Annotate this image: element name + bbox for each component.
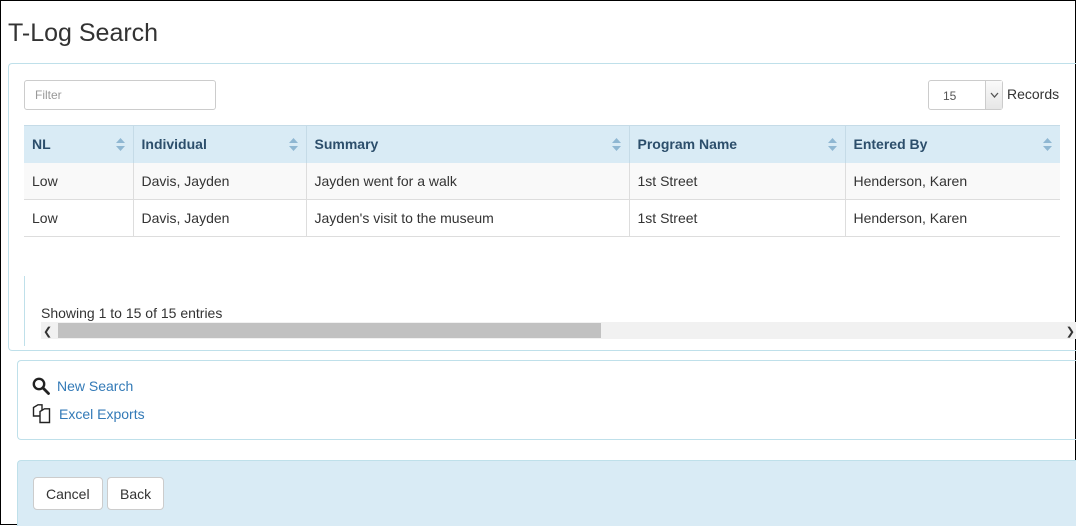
column-header-nl[interactable]: NL <box>24 125 134 163</box>
sort-icon <box>115 138 125 151</box>
column-label: Program Name <box>637 136 738 153</box>
new-search-link[interactable]: New Search <box>57 378 133 394</box>
filter-input[interactable] <box>24 80 216 110</box>
records-selected-value: 15 <box>943 89 957 103</box>
table-row[interactable]: Low Davis, Jayden Jayden went for a walk… <box>24 162 1060 200</box>
tlog-table: NL Individual Summary Program Name Enter… <box>24 125 1060 237</box>
page-title: T-Log Search <box>8 19 159 47</box>
column-header-program-name[interactable]: Program Name <box>629 125 846 163</box>
records-per-page-select[interactable]: 15 <box>928 80 1003 110</box>
cancel-button[interactable]: Cancel <box>33 477 103 510</box>
copy-icon <box>32 404 51 424</box>
search-icon <box>32 377 50 395</box>
table-info-area: Showing 1 to 15 of 15 entries ❮ ❯ <box>24 276 1076 346</box>
scroll-left-icon[interactable]: ❮ <box>43 325 52 338</box>
footer-panel: Cancel Back <box>17 460 1076 526</box>
chevron-down-icon[interactable] <box>985 81 1002 109</box>
cell-summary: Jayden's visit to the museum <box>306 199 630 237</box>
cell-nl: Low <box>24 199 134 237</box>
column-label: Summary <box>314 136 379 153</box>
scrollbar-thumb[interactable] <box>58 323 601 338</box>
cell-entered-by: Henderson, Karen <box>845 162 1060 200</box>
records-label: Records <box>1007 86 1060 102</box>
column-header-entered-by[interactable]: Entered By <box>845 125 1060 163</box>
column-header-summary[interactable]: Summary <box>306 125 630 163</box>
entries-info: Showing 1 to 15 of 15 entries <box>41 305 223 321</box>
cell-program-name: 1st Street <box>629 162 846 200</box>
table-row[interactable]: Low Davis, Jayden Jayden's visit to the … <box>24 199 1060 237</box>
horizontal-scrollbar[interactable]: ❮ ❯ <box>41 322 1076 339</box>
new-search-link-row[interactable]: New Search <box>32 377 133 395</box>
cell-summary: Jayden went for a walk <box>306 162 630 200</box>
back-button[interactable]: Back <box>107 477 165 510</box>
excel-exports-link-row[interactable]: Excel Exports <box>32 404 145 424</box>
sort-icon <box>288 138 298 151</box>
cell-individual: Davis, Jayden <box>133 199 307 237</box>
excel-exports-link[interactable]: Excel Exports <box>59 406 145 422</box>
sort-icon <box>1043 138 1052 151</box>
sort-icon <box>611 138 621 151</box>
cell-program-name: 1st Street <box>629 199 846 237</box>
scroll-right-icon[interactable]: ❯ <box>1066 325 1075 338</box>
sort-icon <box>827 138 837 151</box>
cell-entered-by: Henderson, Karen <box>845 199 1060 237</box>
table-header-row: NL Individual Summary Program Name Enter… <box>24 125 1060 163</box>
column-label: Entered By <box>853 136 928 153</box>
column-label: Individual <box>141 136 207 153</box>
column-header-individual[interactable]: Individual <box>133 125 307 163</box>
results-panel: 15 Records NL Individual Summary Program… <box>8 63 1076 351</box>
cell-nl: Low <box>24 162 134 200</box>
cell-individual: Davis, Jayden <box>133 162 307 200</box>
column-label: NL <box>32 136 51 153</box>
actions-panel: New Search Excel Exports <box>17 360 1076 440</box>
